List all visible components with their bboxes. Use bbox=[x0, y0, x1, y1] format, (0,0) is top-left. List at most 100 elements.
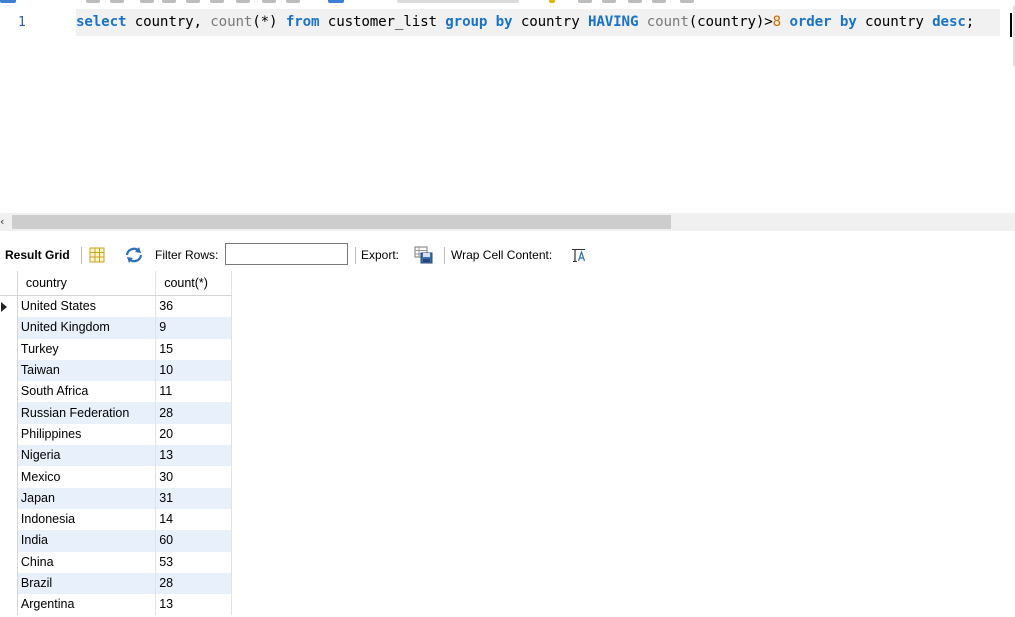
sql-token: desc bbox=[932, 14, 966, 30]
table-row[interactable]: United States 36 bbox=[0, 295, 232, 318]
toolbar-separator bbox=[444, 247, 445, 264]
cell-count[interactable]: 28 bbox=[155, 572, 232, 595]
export-icon[interactable] bbox=[414, 246, 434, 267]
scrollbar-thumb[interactable] bbox=[12, 215, 671, 229]
table-row[interactable]: India 60 bbox=[0, 530, 232, 552]
sql-token: country, bbox=[126, 14, 211, 30]
cell-count[interactable]: 11 bbox=[155, 381, 232, 403]
horizontal-scrollbar[interactable]: ‹ bbox=[0, 213, 1015, 231]
result-toolbar: Result Grid Filter Rows: Export: Wrap Ce… bbox=[0, 240, 1015, 270]
sql-token: (country)> bbox=[688, 14, 773, 30]
row-indicator[interactable] bbox=[0, 402, 18, 424]
sql-token: order bbox=[789, 14, 832, 30]
toolbar-separator bbox=[355, 247, 356, 264]
cell-count[interactable]: 30 bbox=[155, 466, 232, 488]
sql-query-text[interactable]: select country, count(*) from customer_l… bbox=[76, 9, 1000, 36]
row-indicator[interactable] bbox=[0, 445, 18, 467]
sql-token: by bbox=[839, 14, 857, 30]
row-indicator[interactable] bbox=[0, 423, 18, 446]
cell-country[interactable]: Taiwan bbox=[17, 359, 157, 382]
row-indicator[interactable] bbox=[0, 572, 18, 595]
cell-count[interactable]: 10 bbox=[155, 359, 232, 382]
cell-country[interactable]: Mexico bbox=[17, 466, 157, 488]
scroll-left-arrow-icon[interactable]: ‹ bbox=[0, 215, 10, 229]
table-row[interactable]: Argentina 13 bbox=[0, 594, 232, 616]
row-indicator[interactable] bbox=[0, 530, 18, 552]
cell-country[interactable]: South Africa bbox=[17, 381, 157, 403]
row-indicator[interactable] bbox=[0, 359, 18, 382]
table-row[interactable]: Turkey 15 bbox=[0, 338, 232, 360]
row-indicator[interactable] bbox=[0, 508, 18, 531]
line-number: 1 bbox=[18, 15, 26, 30]
table-row[interactable]: China 53 bbox=[0, 551, 232, 573]
sql-token: country bbox=[856, 14, 933, 30]
toolbar-separator bbox=[81, 247, 82, 264]
cell-country[interactable]: Nigeria bbox=[17, 445, 157, 467]
cell-count[interactable]: 14 bbox=[155, 508, 232, 531]
editor-line[interactable]: 1 select country, count(*) from customer… bbox=[0, 9, 1015, 37]
cell-count[interactable]: 15 bbox=[155, 338, 232, 360]
row-indicator[interactable] bbox=[0, 594, 18, 616]
column-header-count[interactable]: count(*) bbox=[155, 271, 232, 296]
sql-token: country bbox=[512, 14, 588, 30]
sql-token: count bbox=[646, 14, 689, 30]
cell-country[interactable]: China bbox=[17, 551, 157, 573]
cell-country[interactable]: Indonesia bbox=[17, 508, 157, 531]
table-row[interactable]: Brazil 28 bbox=[0, 572, 232, 595]
sql-token: HAVING bbox=[587, 14, 639, 30]
row-indicator[interactable] bbox=[0, 338, 18, 360]
cell-count[interactable]: 13 bbox=[155, 445, 232, 467]
filter-rows-input[interactable] bbox=[225, 243, 348, 265]
row-indicator[interactable] bbox=[0, 466, 18, 488]
wrap-text-icon[interactable] bbox=[571, 248, 587, 266]
table-row[interactable]: Nigeria 13 bbox=[0, 445, 232, 467]
row-indicator[interactable] bbox=[0, 381, 18, 403]
table-row[interactable]: United Kingdom 9 bbox=[0, 317, 232, 339]
cell-country[interactable]: Turkey bbox=[17, 338, 157, 360]
cell-country[interactable]: United States bbox=[17, 295, 157, 318]
sql-token: select bbox=[76, 14, 127, 30]
table-row[interactable]: Russian Federation 28 bbox=[0, 402, 232, 424]
table-row[interactable]: Mexico 30 bbox=[0, 466, 232, 488]
result-grid-label: Result Grid bbox=[5, 248, 70, 262]
cell-count[interactable]: 36 bbox=[155, 295, 232, 318]
cell-country[interactable]: Russian Federation bbox=[17, 402, 157, 424]
result-grid[interactable]: country count(*) United States 36 United K… bbox=[0, 271, 232, 616]
table-row[interactable]: Japan 31 bbox=[0, 487, 232, 509]
cell-country[interactable]: Argentina bbox=[17, 594, 157, 616]
cell-country[interactable]: Brazil bbox=[17, 572, 157, 595]
cell-country[interactable]: India bbox=[17, 530, 157, 552]
row-indicator-header bbox=[0, 271, 18, 296]
grid-view-icon[interactable] bbox=[89, 247, 105, 266]
cell-country[interactable]: Japan bbox=[17, 487, 157, 509]
refresh-icon[interactable] bbox=[124, 246, 144, 267]
cell-country[interactable]: Philippines bbox=[17, 423, 157, 446]
sql-token: (*) bbox=[252, 14, 286, 30]
table-row[interactable]: Taiwan 10 bbox=[0, 359, 232, 382]
cell-count[interactable]: 9 bbox=[155, 317, 232, 339]
table-row[interactable]: Indonesia 14 bbox=[0, 508, 232, 531]
sql-token: by bbox=[495, 14, 513, 30]
sql-editor[interactable]: 1 select country, count(*) from customer… bbox=[0, 6, 1015, 214]
row-indicator[interactable] bbox=[0, 487, 18, 509]
row-indicator[interactable] bbox=[0, 551, 18, 573]
cell-count[interactable]: 20 bbox=[155, 423, 232, 446]
table-row[interactable]: South Africa 11 bbox=[0, 381, 232, 403]
cell-count[interactable]: 13 bbox=[155, 594, 232, 616]
cell-count[interactable]: 28 bbox=[155, 402, 232, 424]
sql-token: group bbox=[445, 14, 488, 30]
cell-country[interactable]: United Kingdom bbox=[17, 317, 157, 339]
cell-count[interactable]: 31 bbox=[155, 487, 232, 509]
column-header-country[interactable]: country bbox=[17, 271, 157, 296]
toolbar-strip bbox=[0, 0, 1015, 4]
row-indicator[interactable] bbox=[0, 295, 18, 318]
grid-header-row: country count(*) bbox=[0, 271, 232, 296]
row-indicator[interactable] bbox=[0, 317, 18, 339]
sql-token: 8 bbox=[772, 14, 782, 30]
cell-count[interactable]: 60 bbox=[155, 530, 232, 552]
sql-token: count bbox=[210, 14, 253, 30]
table-row[interactable]: Philippines 20 bbox=[0, 423, 232, 446]
sql-token: from bbox=[285, 14, 320, 30]
cell-count[interactable]: 53 bbox=[155, 551, 232, 573]
